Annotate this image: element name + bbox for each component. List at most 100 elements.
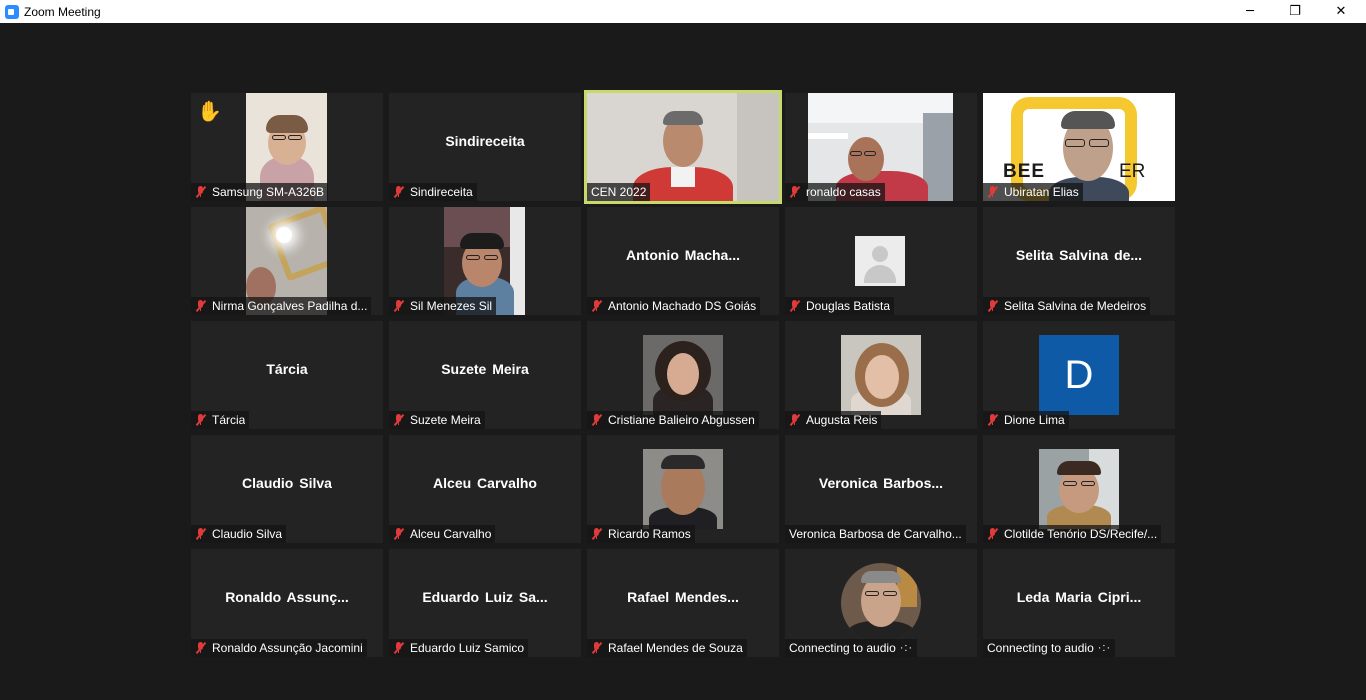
participant-nametag: ronaldo casas	[785, 183, 885, 201]
participant-nametag: Douglas Batista	[785, 297, 895, 315]
profile-photo	[643, 335, 723, 415]
participant-nametag: Connecting to audio ·:·	[785, 639, 918, 657]
participant-tile[interactable]: Selita Salvina de... Selita Salvina de M…	[983, 207, 1175, 315]
participant-tile[interactable]: Ricardo Ramos	[587, 435, 779, 543]
muted-mic-icon	[987, 413, 999, 427]
participant-name-overlay: Veronica Barbos...	[818, 475, 944, 491]
participant-nametag: Suzete Meira	[389, 411, 485, 429]
participant-name-overlay: Eduardo Luiz Sa...	[422, 589, 548, 605]
participant-name: Antonio Machado DS Goiás	[608, 299, 757, 313]
participant-nametag: Augusta Reis	[785, 411, 882, 429]
participant-name: Eduardo Luiz Samico	[410, 641, 525, 655]
connecting-dots-icon: ·:·	[899, 642, 914, 654]
participant-name: Nirma Gonçalves Padilha d...	[212, 299, 368, 313]
participant-name: Ubiratan Elias	[1004, 185, 1079, 199]
participant-nametag: Nirma Gonçalves Padilha d...	[191, 297, 372, 315]
muted-mic-icon	[195, 185, 207, 199]
participant-name: CEN 2022	[591, 185, 647, 199]
participant-name-overlay: Claudio Silva	[242, 475, 332, 491]
muted-mic-icon	[195, 299, 207, 313]
participant-tile[interactable]: Douglas Batista	[785, 207, 977, 315]
participant-tile[interactable]: Clotilde Tenório DS/Recife/...	[983, 435, 1175, 543]
participant-name: Sindireceita	[410, 185, 473, 199]
participant-name-overlay: Suzete Meira	[441, 361, 529, 377]
profile-photo	[643, 449, 723, 529]
participant-name: Tárcia	[212, 413, 246, 427]
participant-tile[interactable]: Tárcia Tárcia	[191, 321, 383, 429]
participant-nametag: Sindireceita	[389, 183, 477, 201]
participant-nametag: Cristiane Balieiro Abgussen	[587, 411, 759, 429]
profile-photo	[1039, 449, 1119, 529]
participant-name-overlay: Leda Maria Cipri...	[1016, 589, 1142, 605]
participant-tile[interactable]: BEE ER Ubiratan Elias	[983, 93, 1175, 201]
participant-tile[interactable]: Antonio Macha... Antonio Machado DS Goiá…	[587, 207, 779, 315]
profile-photo	[841, 335, 921, 415]
muted-mic-icon	[393, 527, 405, 541]
muted-mic-icon	[591, 413, 603, 427]
virtual-background-text: BEE	[1003, 161, 1046, 182]
participant-tile[interactable]: Ronaldo Assunç... Ronaldo Assunção Jacom…	[191, 549, 383, 657]
muted-mic-icon	[195, 413, 207, 427]
participant-name-overlay: Rafael Mendes...	[627, 589, 739, 605]
participant-name: Suzete Meira	[410, 413, 481, 427]
participant-name: Ronaldo Assunção Jacomini	[212, 641, 363, 655]
participant-nametag: Clotilde Tenório DS/Recife/...	[983, 525, 1162, 543]
participant-tile[interactable]: Augusta Reis	[785, 321, 977, 429]
window-title: Zoom Meeting	[24, 4, 101, 19]
participant-name: ronaldo casas	[806, 185, 881, 199]
muted-mic-icon	[987, 527, 999, 541]
participant-tile[interactable]: Rafael Mendes... Rafael Mendes de Souza	[587, 549, 779, 657]
participant-nametag: Claudio Silva	[191, 525, 287, 543]
muted-mic-icon	[591, 299, 603, 313]
participant-nametag: Alceu Carvalho	[389, 525, 496, 543]
close-button[interactable]: ✕	[1318, 0, 1364, 23]
muted-mic-icon	[789, 299, 801, 313]
participant-name-overlay: Antonio Macha...	[626, 247, 740, 263]
participant-tile[interactable]: ✋ Samsung SM-A326B	[191, 93, 383, 201]
participant-name-overlay: Ronaldo Assunç...	[225, 589, 349, 605]
participant-name-overlay: Alceu Carvalho	[433, 475, 537, 491]
participant-tile[interactable]: Eduardo Luiz Sa... Eduardo Luiz Samico	[389, 549, 581, 657]
participant-tile[interactable]: Cristiane Balieiro Abgussen	[587, 321, 779, 429]
participant-name-overlay: Sindireceita	[445, 133, 525, 149]
muted-mic-icon	[393, 413, 405, 427]
participant-nametag: Rafael Mendes de Souza	[587, 639, 747, 657]
participant-tile[interactable]: Claudio Silva Claudio Silva	[191, 435, 383, 543]
participant-name: Samsung SM-A326B	[212, 185, 325, 199]
participant-name: Veronica Barbosa de Carvalho...	[789, 527, 962, 541]
participant-name: Selita Salvina de Medeiros	[1004, 299, 1147, 313]
muted-mic-icon	[987, 185, 999, 199]
participant-name: Connecting to audio	[789, 641, 896, 655]
muted-mic-icon	[393, 641, 405, 655]
participant-tile[interactable]: Connecting to audio ·:·	[785, 549, 977, 657]
participant-tile[interactable]: ronaldo casas	[785, 93, 977, 201]
participant-name: Rafael Mendes de Souza	[608, 641, 743, 655]
muted-mic-icon	[789, 413, 801, 427]
gallery-view: ✋ Samsung SM-A326B Sindireceita Sindirec…	[0, 23, 1366, 700]
participant-name: Dione Lima	[1004, 413, 1065, 427]
participant-nametag: Ricardo Ramos	[587, 525, 695, 543]
participant-tile[interactable]: Alceu Carvalho Alceu Carvalho	[389, 435, 581, 543]
minimize-button[interactable]: ─	[1227, 0, 1273, 23]
participant-tile-active-speaker[interactable]: CEN 2022	[584, 90, 782, 204]
participant-nametag: Tárcia	[191, 411, 250, 429]
participant-name: Connecting to audio	[987, 641, 1094, 655]
participant-tile[interactable]: Suzete Meira Suzete Meira	[389, 321, 581, 429]
participant-nametag: Selita Salvina de Medeiros	[983, 297, 1151, 315]
participant-tile[interactable]: D Dione Lima	[983, 321, 1175, 429]
title-bar: Zoom Meeting ─ ❐ ✕	[0, 0, 1366, 23]
participant-tile[interactable]: Sil Menezes Sil	[389, 207, 581, 315]
participant-tile[interactable]: Veronica Barbos... Veronica Barbosa de C…	[785, 435, 977, 543]
participant-tile[interactable]: Nirma Gonçalves Padilha d...	[191, 207, 383, 315]
participant-tile[interactable]: Sindireceita Sindireceita	[389, 93, 581, 201]
participant-name: Douglas Batista	[806, 299, 891, 313]
participant-name: Cristiane Balieiro Abgussen	[608, 413, 755, 427]
maximize-button[interactable]: ❐	[1272, 0, 1318, 23]
participant-name-overlay: Tárcia	[266, 361, 308, 377]
participant-name: Alceu Carvalho	[410, 527, 492, 541]
participant-tile[interactable]: Leda Maria Cipri... Connecting to audio …	[983, 549, 1175, 657]
participant-nametag: Ronaldo Assunção Jacomini	[191, 639, 367, 657]
participant-name: Claudio Silva	[212, 527, 283, 541]
participant-name: Sil Menezes Sil	[410, 299, 493, 313]
participant-nametag: Ubiratan Elias	[983, 183, 1083, 201]
